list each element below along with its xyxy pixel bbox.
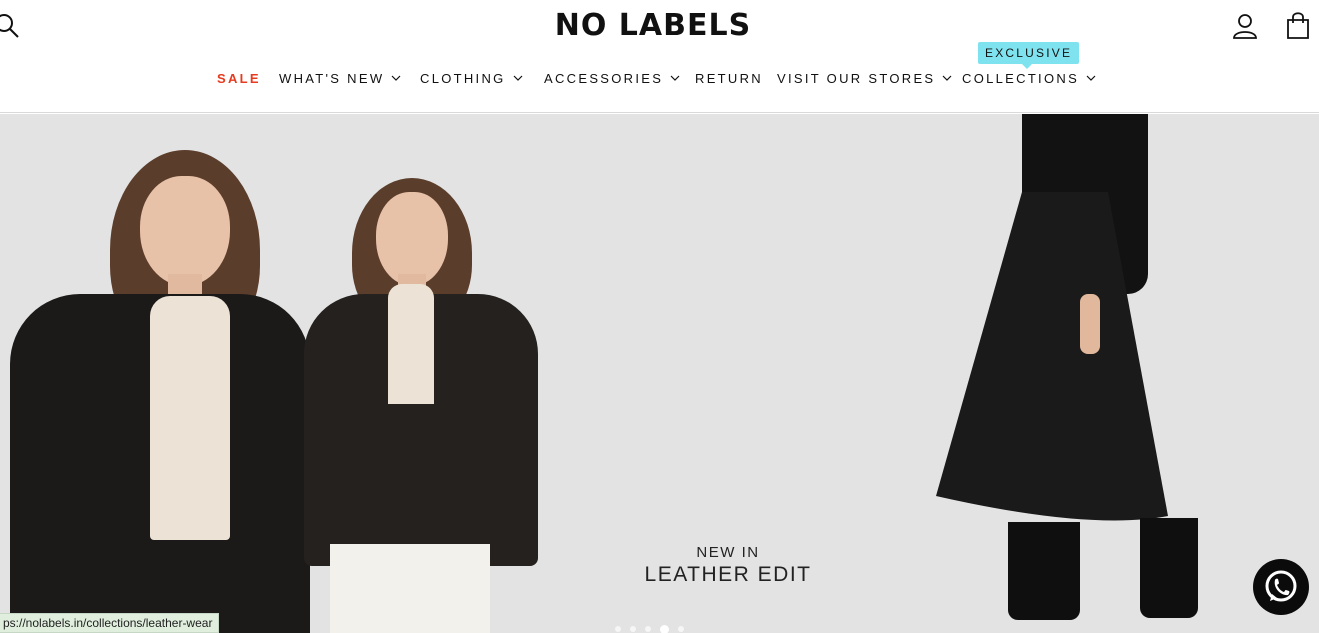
hero-banner[interactable]: NEW IN LEATHER EDIT xyxy=(0,114,1319,633)
nav-visit-our-stores-label: VISIT OUR STORES xyxy=(777,70,936,86)
slider-dot[interactable] xyxy=(678,626,684,632)
logo-text: NO LABELS xyxy=(554,7,752,43)
model-image-right xyxy=(930,114,1210,633)
nav-return-label: RETURN xyxy=(695,70,763,86)
chevron-down-icon xyxy=(670,75,680,81)
slider-dot[interactable] xyxy=(645,626,651,632)
chevron-down-icon xyxy=(942,75,952,81)
nav-collections-label: COLLECTIONS xyxy=(962,70,1080,86)
nav-whats-new[interactable]: WHAT'S NEW xyxy=(279,66,401,90)
hero-caption[interactable]: NEW IN LEATHER EDIT xyxy=(640,544,816,587)
site-header: NO LABELS EXCLUSIVE SALE WHAT'S NEW CLOT… xyxy=(0,0,1319,113)
cart-icon[interactable] xyxy=(1285,11,1311,39)
nav-accessories[interactable]: ACCESSORIES xyxy=(544,66,680,90)
slider-dot-active[interactable] xyxy=(660,624,669,633)
chevron-down-icon xyxy=(513,75,523,81)
slider-dots xyxy=(615,624,684,633)
whatsapp-icon[interactable] xyxy=(1253,559,1309,615)
nav-accessories-label: ACCESSORIES xyxy=(544,70,664,86)
nav-collections[interactable]: COLLECTIONS xyxy=(962,66,1096,90)
search-icon[interactable] xyxy=(0,12,20,38)
nav-return[interactable]: RETURN xyxy=(695,66,763,90)
nav-whats-new-label: WHAT'S NEW xyxy=(279,70,385,86)
user-icon[interactable] xyxy=(1232,12,1258,40)
nav-sale[interactable]: SALE xyxy=(217,66,261,90)
nav-visit-our-stores[interactable]: VISIT OUR STORES xyxy=(777,66,952,90)
nav-sale-label: SALE xyxy=(217,70,261,86)
chevron-down-icon xyxy=(1086,75,1096,81)
exclusive-badge: EXCLUSIVE xyxy=(978,42,1080,69)
logo[interactable]: NO LABELS xyxy=(549,7,757,43)
nav-clothing[interactable]: CLOTHING xyxy=(420,66,523,90)
hero-caption-large: LEATHER EDIT xyxy=(644,563,812,586)
nav-clothing-label: CLOTHING xyxy=(420,70,506,86)
model-image-center xyxy=(300,114,545,633)
slider-dot[interactable] xyxy=(615,626,621,632)
main-nav: SALE WHAT'S NEW CLOTHING ACCESSORIES RET… xyxy=(0,66,1319,90)
chevron-down-icon xyxy=(391,75,401,81)
slider-dot[interactable] xyxy=(630,626,636,632)
hero-caption-small: NEW IN xyxy=(696,544,760,561)
status-bar-url: ps://nolabels.in/collections/leather-wea… xyxy=(0,613,220,633)
model-image-left xyxy=(0,114,320,633)
